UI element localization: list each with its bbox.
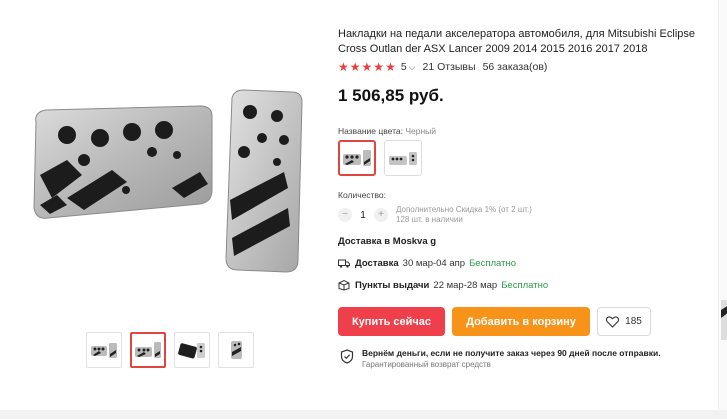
star-icon: ★ [338,60,349,74]
page-bottom-strip [0,410,727,419]
reviews-link[interactable]: 21 Отзывы [423,61,476,73]
quantity-decrease-button[interactable]: − [338,208,352,222]
brake-pedal-thumb-icon [231,341,242,359]
product-gallery [0,0,330,419]
pickup-box-icon [338,279,350,291]
product-title: Накладки на педали акселератора автомоби… [338,28,695,55]
quantity-label: Количество: [338,190,387,200]
delivery-price: Бесплатно [469,257,516,269]
color-options [338,140,422,176]
pedal-set-swatch-icon [343,150,371,166]
guarantee-text: Вернём деньги, если не получите заказ че… [362,347,661,370]
rating-row: ★ ★ ★ ★ ★ 5 ⌵ 21 Отзывы 56 заказа(ов) [338,60,547,74]
discount-text: Дополнительно Скидка 1% (от 2 шт.) [396,205,532,214]
product-price: 1 506,85 руб. [338,86,444,105]
quantity-info: Дополнительно Скидка 1% (от 2 шт.) 128 ш… [396,205,532,225]
color-option[interactable] [384,140,422,176]
thumbnail-strip [86,332,254,368]
pedal-set-black-thumb-icon [178,343,205,359]
pedal-set-thumb-icon [91,343,117,358]
thumbnail-brake-pedal-single[interactable] [218,332,254,368]
orders-count: 56 заказа(ов) [482,61,548,73]
heart-icon [606,315,620,328]
purchase-actions: Купить сейчас Добавить в корзину 185 [338,307,651,336]
star-icon: ★ [373,60,385,74]
thumbnail-pedal-set-black[interactable] [174,332,210,368]
pedal-set-swatch-alt-icon [389,152,417,165]
guarantee-line-2: Гарантированный возврат средств [362,360,491,369]
pickup-dates: 22 мар-28 мар [433,279,498,291]
thumbnail-pedal-set-front[interactable] [86,332,122,368]
star-icon: ★ [385,60,396,74]
buyer-guarantee: Вернём деньги, если не получите заказ че… [340,347,661,370]
rating-value: 5 [400,61,407,73]
guarantee-line-1: Вернём деньги, если не получите заказ че… [362,348,661,358]
truck-icon [338,259,350,268]
quantity-increase-button[interactable]: + [374,208,388,222]
delivery-option: Доставка 30 мар-04 апр Бесплатно [338,257,516,269]
wishlist-button[interactable]: 185 [597,307,651,336]
rating-stars: ★ ★ ★ ★ ★ [338,60,396,74]
ship-to-location[interactable]: Доставка в Moskva g [338,236,436,247]
quantity-stepper: − 1 + Дополнительно Скидка 1% (от 2 шт.)… [338,205,532,225]
thumbnail-pedal-set-angle[interactable] [130,332,166,368]
pickup-option: Пункты выдачи 22 мар-28 мар Бесплатно [338,279,548,291]
wishlist-count: 185 [625,316,642,327]
chevron-down-icon[interactable]: ⌵ [409,62,416,73]
star-icon: ★ [361,60,373,74]
color-selected-value: Черный [405,126,437,136]
delivery-label: Доставка [355,257,399,269]
shield-check-icon [340,349,354,364]
quantity-input[interactable]: 1 [352,210,374,221]
buy-now-button[interactable]: Купить сейчас [338,307,445,336]
product-main-image[interactable] [22,80,312,280]
product-info: Накладки на педали акселератора автомоби… [338,0,727,419]
partial-image-fragment [721,300,727,340]
add-to-cart-button[interactable]: Добавить в корзину [452,307,590,336]
delivery-dates: 30 мар-04 апр [402,257,466,269]
pickup-label: Пункты выдачи [355,279,430,291]
pickup-price: Бесплатно [501,279,549,291]
color-label-text: Название цвета: [338,126,403,136]
right-panel-edge [718,0,727,419]
pedal-set-angle-thumb-icon [135,342,161,358]
stock-text: 128 шт. в наличии [396,215,463,224]
color-label: Название цвета: Черный [338,126,436,136]
color-option-selected[interactable] [338,140,376,176]
star-icon: ★ [349,60,361,74]
